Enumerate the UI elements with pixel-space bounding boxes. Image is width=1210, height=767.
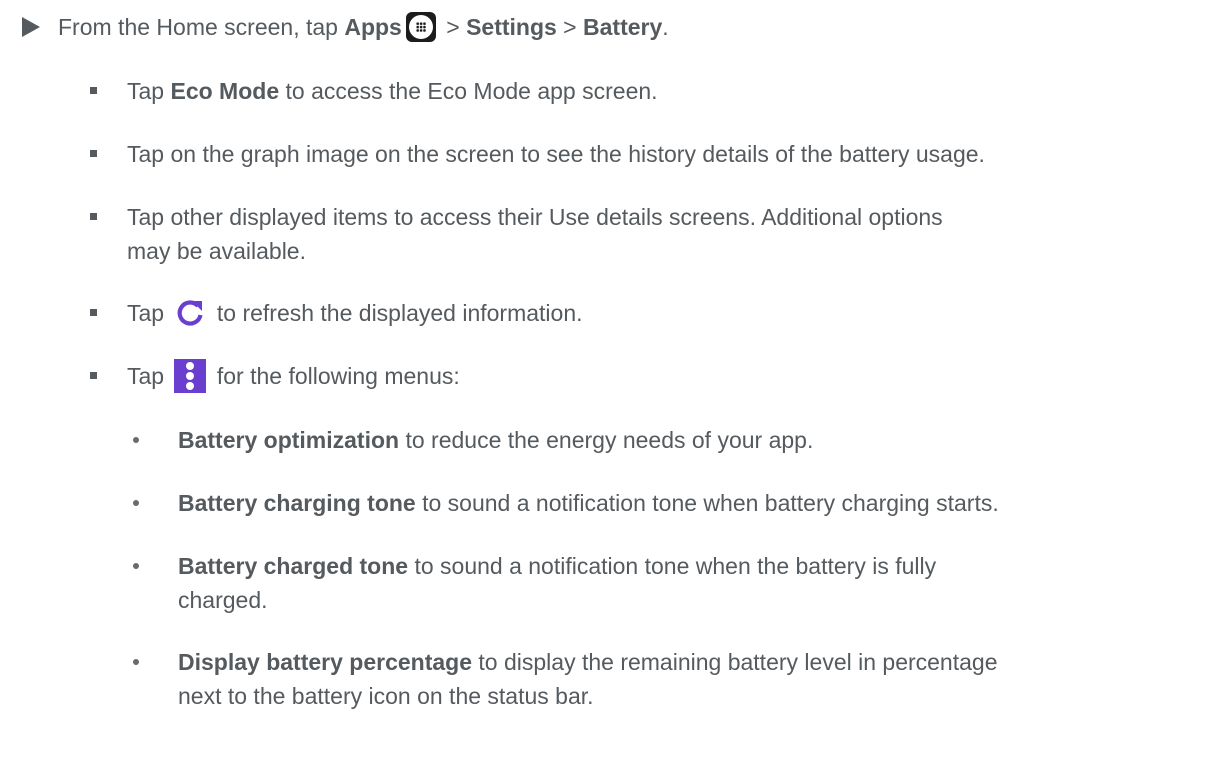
list-item: Tap on the graph image on the screen to … xyxy=(127,141,985,167)
menu-item-continuation: charged. xyxy=(178,587,268,613)
menu-item: Display battery percentage to display th… xyxy=(178,649,998,675)
bullet-marker xyxy=(90,372,97,379)
battery-label: Battery xyxy=(583,14,663,40)
eco-mode-label: Eco Mode xyxy=(170,78,280,104)
bullet-marker xyxy=(90,87,97,94)
bullet-marker xyxy=(90,150,97,157)
list-item: Tap Eco Mode to access the Eco Mode app … xyxy=(127,78,658,104)
list-item: Tap for the following menus: xyxy=(127,358,460,395)
list-item: Tap to refresh the displayed information… xyxy=(127,297,583,331)
step-instruction: From the Home screen, tap Apps > Setting… xyxy=(58,11,669,44)
menu-item-continuation: next to the battery icon on the status b… xyxy=(178,683,594,709)
menu-item: Battery charging tone to sound a notific… xyxy=(178,490,999,516)
more-vert-icon xyxy=(174,358,207,393)
sub-bullet-marker xyxy=(133,659,139,665)
bullet-marker xyxy=(90,213,97,220)
menu-item: Battery charged tone to sound a notifica… xyxy=(178,553,937,579)
sub-bullet-marker xyxy=(133,563,139,569)
menu-item: Battery optimization to reduce the energ… xyxy=(178,427,814,453)
apps-label: Apps xyxy=(344,14,402,40)
list-item: Tap other displayed items to access thei… xyxy=(127,204,943,230)
apps-icon xyxy=(405,11,436,42)
sub-bullet-marker xyxy=(133,500,139,506)
list-item-continuation: may be available. xyxy=(127,238,306,264)
bullet-marker xyxy=(90,309,97,316)
refresh-icon xyxy=(174,297,206,329)
settings-label: Settings xyxy=(466,14,557,40)
sub-bullet-marker xyxy=(133,437,139,443)
step-arrow-icon xyxy=(22,17,40,37)
